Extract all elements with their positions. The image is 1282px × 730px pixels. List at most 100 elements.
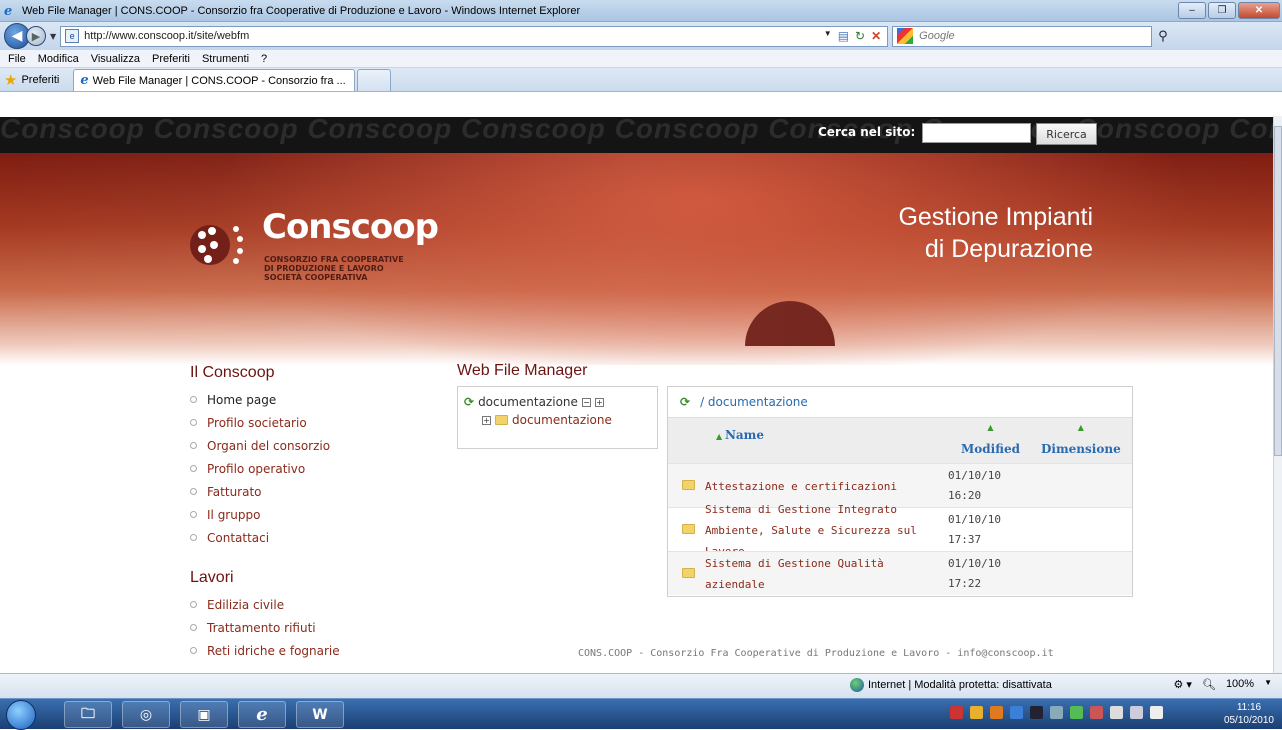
minimize-button[interactable]: –: [1178, 2, 1206, 19]
security-lock-icon[interactable]: ⚙ ▾: [1174, 678, 1192, 691]
stop-icon[interactable]: ✕: [871, 29, 881, 43]
bullet-icon: [190, 511, 197, 518]
globe-icon: [850, 678, 864, 692]
sidebar-item-contattaci[interactable]: Contattaci: [190, 526, 410, 549]
tray-icon[interactable]: [1070, 706, 1083, 719]
sidebar-item-rifiuti[interactable]: Trattamento rifiuti: [190, 616, 410, 639]
file-list-header: ▲ Name ▲ Modified ▲ Dimensione: [668, 417, 1132, 463]
file-name[interactable]: Sistema di Gestione Integrato Ambiente, …: [705, 503, 945, 558]
folder-icon: [682, 524, 695, 534]
banner-dome-graphic: [745, 301, 835, 346]
sidebar-item-reti[interactable]: Reti idriche e fognarie: [190, 639, 410, 662]
compatibility-icon[interactable]: ▤: [838, 29, 849, 43]
page-icon: e: [65, 29, 80, 43]
tray-icon[interactable]: [950, 706, 963, 719]
tray-icon[interactable]: [990, 706, 1003, 719]
site-banner: Conscoop CONSORZIO FRA COOPERATIVE DI PR…: [0, 153, 1273, 365]
address-field[interactable]: e http://www.conscoop.it/site/webfm ▼ ▤ …: [60, 25, 889, 47]
sort-size[interactable]: ▲ Dimensione: [1041, 422, 1121, 456]
expand-icon[interactable]: +: [482, 415, 491, 425]
sort-arrow-icon: ▲: [987, 422, 994, 432]
tray-icon[interactable]: [970, 706, 983, 719]
forward-button[interactable]: ▶: [26, 26, 46, 46]
system-clock[interactable]: 11:16 05/10/2010: [1224, 701, 1274, 727]
tree-root[interactable]: ⟳ documentazione − +: [464, 393, 651, 411]
network-icon[interactable]: [1130, 706, 1143, 719]
search-box[interactable]: Google: [892, 25, 1153, 47]
sort-arrow-icon: ▲: [716, 431, 725, 441]
table-row[interactable]: Sistema di Gestione Integrato Ambiente, …: [668, 503, 1132, 558]
sidebar-item-edilizia[interactable]: Edilizia civile: [190, 593, 410, 616]
file-modified: 01/10/10 17:22: [948, 557, 1001, 590]
scrollbar-thumb[interactable]: [1274, 126, 1282, 456]
sort-modified[interactable]: ▲ Modified: [961, 422, 1020, 456]
security-zone[interactable]: Internet | Modalità protetta: disattivat…: [850, 678, 1052, 692]
file-name[interactable]: Sistema di Gestione Qualità aziendale: [705, 552, 945, 596]
search-placeholder: Google: [919, 30, 955, 42]
sidebar-item-gruppo[interactable]: Il gruppo: [190, 503, 410, 526]
tree-root-label[interactable]: documentazione: [478, 395, 578, 409]
bullet-icon: [190, 647, 197, 654]
zoom-icon: 🔍︎: [1201, 679, 1216, 691]
sidebar-heading-conscoop: Il Conscoop: [190, 364, 275, 381]
collapse-icon[interactable]: −: [581, 397, 591, 407]
sort-name[interactable]: ▲ Name: [716, 428, 764, 442]
folder-tree: ⟳ documentazione − + + documentazione: [457, 386, 658, 449]
sidebar-item-profilo-operativo[interactable]: Profilo operativo: [190, 457, 410, 480]
window-titlebar: e Web File Manager | CONS.COOP - Consorz…: [0, 0, 1282, 22]
ie-icon: e: [4, 3, 13, 19]
menu-help[interactable]: ?: [261, 53, 267, 65]
site-footer: CONS.COOP - Consorzio Fra Cooperative di…: [578, 648, 1054, 659]
tab-web-file-manager[interactable]: e Web File Manager | CONS.COOP - Consorz…: [73, 69, 356, 91]
current-path[interactable]: / documentazione: [700, 395, 808, 409]
ie-task-icon[interactable]: e: [238, 701, 286, 728]
search-icon[interactable]: ⚲: [1158, 29, 1168, 44]
expand-icon[interactable]: +: [594, 397, 604, 407]
site-header-strip: Conscoop Conscoop Conscoop Conscoop Cons…: [0, 117, 1273, 153]
tray-icon[interactable]: [1090, 706, 1103, 719]
new-tab-button[interactable]: [357, 69, 392, 91]
tray-icon[interactable]: [1010, 706, 1023, 719]
conscoop-logo[interactable]: Conscoop CONSORZIO FRA COOPERATIVE DI PR…: [188, 205, 439, 305]
sidebar-item-profilo-societario[interactable]: Profilo societario: [190, 411, 410, 434]
close-window-button[interactable]: ✕: [1238, 2, 1280, 19]
menu-file[interactable]: File: [8, 53, 26, 65]
app-task-icon[interactable]: ▣: [180, 701, 228, 728]
zone-text: Internet | Modalità protetta: disattivat…: [868, 679, 1052, 691]
refresh-icon[interactable]: ⟳: [464, 395, 474, 409]
volume-icon[interactable]: [1150, 706, 1163, 719]
explorer-task-icon[interactable]: 🗀: [64, 701, 112, 728]
zoom-level[interactable]: 100%: [1226, 678, 1254, 691]
maximize-button[interactable]: ❐: [1208, 2, 1236, 19]
zoom-control[interactable]: ⚙ ▾ 🔍︎ 100% ▼: [1174, 678, 1272, 691]
sidebar-item-organi[interactable]: Organi del consorzio: [190, 434, 410, 457]
tray-icon[interactable]: [1110, 706, 1123, 719]
google-icon: [897, 28, 914, 44]
tree-child[interactable]: + documentazione: [464, 411, 651, 429]
refresh-icon[interactable]: ↻: [855, 29, 865, 43]
sidebar: Il Conscoop Home page Profilo societario…: [190, 364, 410, 662]
menu-visualizza[interactable]: Visualizza: [91, 53, 140, 65]
file-rows: Attestazione e certificazioni 01/10/10 16…: [668, 463, 1132, 595]
url-dropdown-icon[interactable]: ▼: [824, 29, 832, 43]
sidebar-item-home[interactable]: Home page: [190, 388, 410, 411]
site-search-input[interactable]: [922, 123, 1031, 143]
page-scrollbar[interactable]: [1273, 116, 1282, 673]
sidebar-item-fatturato[interactable]: Fatturato: [190, 480, 410, 503]
menu-modifica[interactable]: Modifica: [38, 53, 79, 65]
menu-preferiti[interactable]: Preferiti: [152, 53, 190, 65]
word-task-icon[interactable]: W: [296, 701, 344, 728]
refresh-icon[interactable]: ⟳: [680, 395, 690, 409]
tray-icon[interactable]: [1030, 706, 1043, 719]
table-row[interactable]: Sistema di Gestione Qualità aziendale 01…: [668, 551, 1132, 595]
tray-icon[interactable]: [1050, 706, 1063, 719]
tree-child-label[interactable]: documentazione: [512, 413, 612, 427]
start-button[interactable]: [6, 700, 36, 730]
menu-bar: File Modifica Visualizza Preferiti Strum…: [0, 50, 1282, 68]
history-dropdown-icon[interactable]: ▼: [50, 32, 56, 41]
site-search-button[interactable]: Ricerca: [1036, 123, 1097, 145]
favorites-button[interactable]: ★ Preferiti: [4, 69, 71, 91]
zoom-dropdown-icon[interactable]: ▼: [1264, 678, 1272, 691]
browser-task-icon[interactable]: ◎: [122, 701, 170, 728]
menu-strumenti[interactable]: Strumenti: [202, 53, 249, 65]
